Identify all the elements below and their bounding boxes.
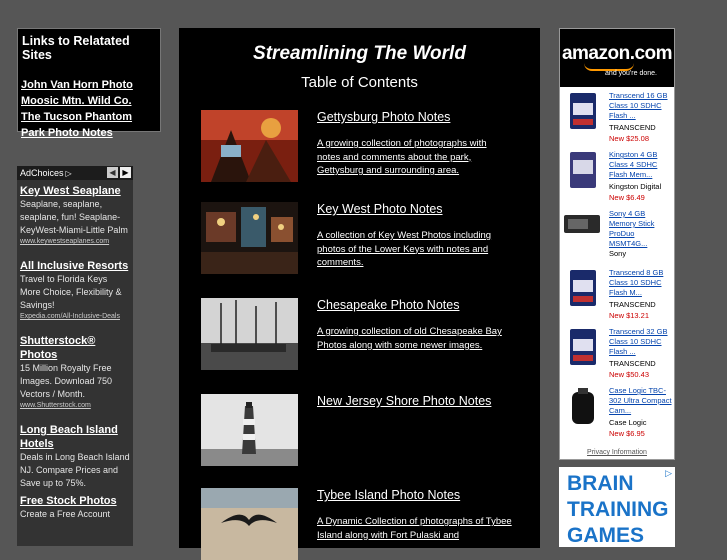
related-links-title: Links to Relatated Sites <box>22 34 130 62</box>
chesapeake-thumbnail[interactable] <box>201 298 298 370</box>
product-title[interactable]: Transcend 32 GB Class 10 SDHC Flash ... <box>609 327 673 357</box>
product-title[interactable]: Transcend 8 GB Class 10 SDHC Flash M... <box>609 268 673 298</box>
product-price: New $25.08 <box>609 134 650 143</box>
product-maker: Kingston Digital <box>609 182 662 191</box>
product-price: New $50.43 <box>609 370 650 379</box>
ad-item[interactable]: Key West Seaplane Seaplane, seaplane, se… <box>17 180 133 247</box>
amazon-product[interactable]: Transcend 16 GB Class 10 SDHC Flash ... … <box>560 89 674 147</box>
gettysburg-thumbnail[interactable] <box>201 110 298 182</box>
ad-item[interactable]: Long Beach Island Hotels Deals in Long B… <box>17 419 133 490</box>
amazon-product[interactable]: Sony 4 GB Memory Stick ProDuo MSMT4G... … <box>560 207 674 265</box>
entry-desc[interactable]: A growing collection of photographs with… <box>317 137 512 178</box>
entry-desc[interactable]: A growing collection of old Chesapeake B… <box>317 325 512 352</box>
ad-desc: Seaplane, seaplane, seaplane, fun! Seapl… <box>20 199 128 235</box>
adchoices-icon: ▷ <box>65 168 72 178</box>
product-maker: TRANSCEND <box>609 300 656 309</box>
link-tucson-phantom[interactable]: The Tucson Phantom <box>21 109 160 125</box>
ad-desc: Travel to Florida Keys More Choice, Flex… <box>20 274 122 310</box>
amazon-product[interactable]: Kingston 4 GB Class 4 SDHC Flash Mem... … <box>560 148 674 206</box>
entry-desc[interactable]: A collection of Key West Photos includin… <box>317 229 512 270</box>
related-links-box: Links to Relatated Sites John Van Horn P… <box>17 28 161 139</box>
privacy-link[interactable]: Privacy Information <box>560 449 674 456</box>
amazon-product[interactable]: Transcend 32 GB Class 10 SDHC Flash ... … <box>560 325 674 383</box>
amazon-header[interactable]: amazon.com and you're done. <box>560 29 674 87</box>
amazon-widget: amazon.com and you're done. Transcend 16… <box>559 28 675 460</box>
tybee-island-thumbnail[interactable] <box>201 488 298 560</box>
sd-card-icon[interactable] <box>570 152 596 188</box>
ad-desc: Create a Free Account <box>20 509 111 519</box>
ad-title[interactable]: Key West Seaplane <box>20 184 130 198</box>
link-john-van-horn[interactable]: John Van Horn Photo <box>21 77 160 93</box>
adchoices-label: AdChoices <box>20 168 64 178</box>
ad-item[interactable]: All Inclusive Resorts Travel to Florida … <box>17 255 133 322</box>
ad-desc: Deals in Long Beach Island NJ. Compare P… <box>20 452 130 488</box>
ad-sidebar: AdChoices ▷ ◀ ▶ Key West Seaplane Seapla… <box>17 166 133 546</box>
product-maker: TRANSCEND <box>609 123 656 132</box>
ad-url[interactable]: Expedia.com/All-Inclusive-Deals <box>20 312 130 322</box>
product-price: New $6.95 <box>609 429 645 438</box>
ad-next-icon[interactable]: ▶ <box>120 167 131 178</box>
product-maker: TRANSCEND <box>609 359 656 368</box>
ad-item[interactable]: Shutterstock® Photos 15 Million Royalty … <box>17 330 133 411</box>
link-park-photo-notes[interactable]: Park Photo Notes <box>21 125 160 141</box>
ad-url[interactable]: www.Shutterstock.com <box>20 401 130 411</box>
site-title: Streamlining The World <box>253 43 466 64</box>
entry-title[interactable]: New Jersey Shore Photo Notes <box>317 394 491 408</box>
ad-line: BRAIN <box>567 472 634 495</box>
sd-card-icon[interactable] <box>570 270 596 306</box>
adchoices-header[interactable]: AdChoices ▷ ◀ ▶ <box>17 166 133 180</box>
ad-title[interactable]: Long Beach Island Hotels <box>20 423 130 451</box>
amazon-product[interactable]: Case Logic TBC-302 Ultra Compact Cam... … <box>560 384 674 442</box>
product-title[interactable]: Case Logic TBC-302 Ultra Compact Cam... <box>609 386 673 416</box>
camera-case-icon[interactable] <box>570 388 596 424</box>
ad-title[interactable]: Shutterstock® Photos <box>20 334 130 362</box>
entry-title[interactable]: Chesapeake Photo Notes <box>317 298 459 312</box>
ad-title[interactable]: Free Stock Photos <box>20 494 130 508</box>
product-maker: Case Logic <box>609 418 647 427</box>
product-title[interactable]: Transcend 16 GB Class 10 SDHC Flash ... <box>609 91 673 121</box>
ad-line: TRAINING <box>567 498 669 521</box>
adchoices-icon[interactable]: ▷ <box>665 468 672 479</box>
product-price: New $13.21 <box>609 311 650 320</box>
entry-desc[interactable]: A Dynamic Collection of photographs of T… <box>317 515 512 542</box>
product-title[interactable]: Sony 4 GB Memory Stick ProDuo MSMT4G... <box>609 209 673 249</box>
entry-title[interactable]: Key West Photo Notes <box>317 202 443 216</box>
entry-title[interactable]: Tybee Island Photo Notes <box>317 488 460 502</box>
ad-prev-icon[interactable]: ◀ <box>107 167 118 178</box>
main-content: Streamlining The World Table of Contents… <box>179 28 540 560</box>
brain-training-ad[interactable]: ▷ BRAIN TRAINING GAMES <box>559 467 675 547</box>
sd-card-icon[interactable] <box>570 93 596 129</box>
amazon-logo: amazon.com <box>561 43 673 64</box>
ad-line: GAMES <box>567 524 645 547</box>
toc-heading: Table of Contents <box>301 74 418 91</box>
ad-title[interactable]: All Inclusive Resorts <box>20 259 130 273</box>
key-west-thumbnail[interactable] <box>201 202 298 274</box>
amazon-tagline: and you're done. <box>605 70 657 77</box>
ad-item[interactable]: Free Stock Photos Create a Free Account <box>17 490 133 521</box>
ad-url[interactable]: www.keywestseaplanes.com <box>20 237 130 247</box>
product-maker: Sony <box>609 249 627 258</box>
product-price: New $6.49 <box>609 193 645 202</box>
entry-title[interactable]: Gettysburg Photo Notes <box>317 110 450 124</box>
memory-stick-icon[interactable] <box>564 215 600 233</box>
ad-desc: 15 Million Royalty Free Images. Download… <box>20 363 113 399</box>
amazon-product[interactable]: Transcend 8 GB Class 10 SDHC Flash M... … <box>560 266 674 324</box>
new-jersey-thumbnail[interactable] <box>201 394 298 466</box>
sd-card-icon[interactable] <box>570 329 596 365</box>
product-title[interactable]: Kingston 4 GB Class 4 SDHC Flash Mem... <box>609 150 673 180</box>
link-moosic-mtn[interactable]: Moosic Mtn. Wild Co. <box>21 93 160 109</box>
